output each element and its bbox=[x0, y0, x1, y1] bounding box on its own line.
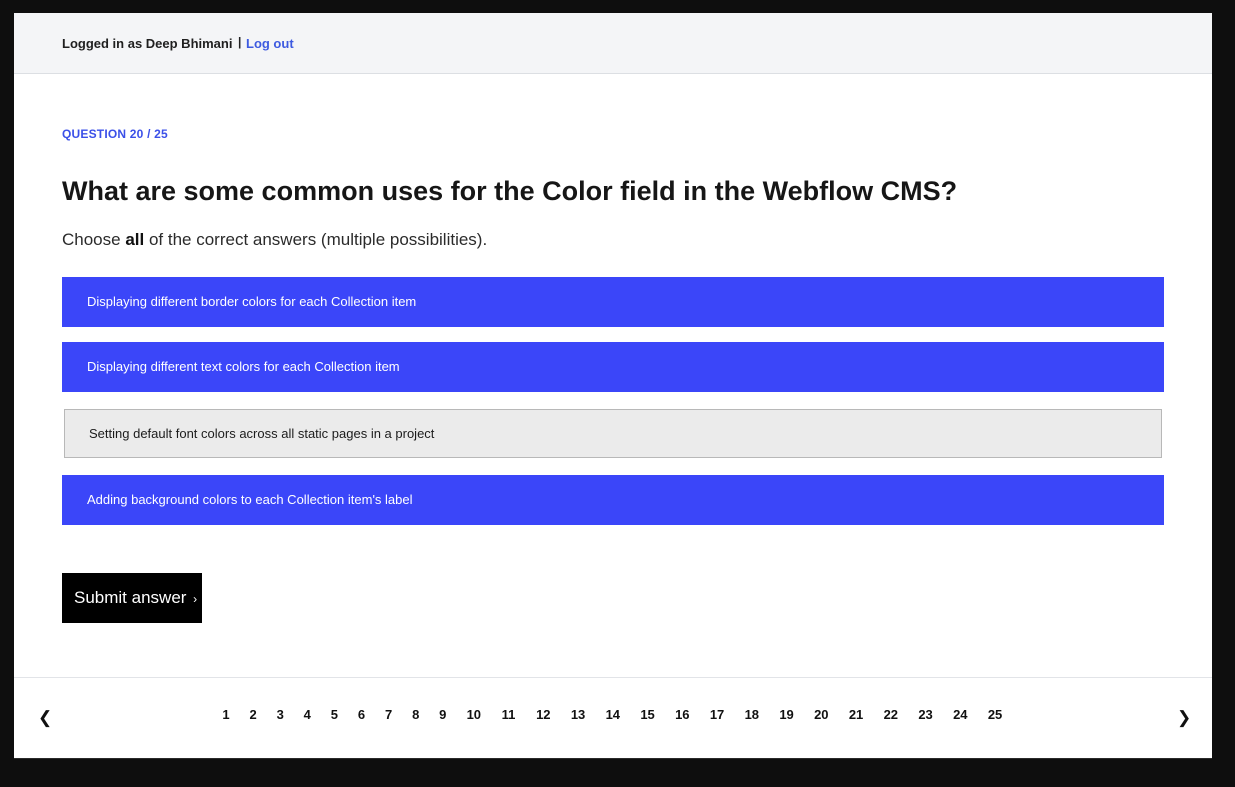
page-link-7[interactable]: 7 bbox=[385, 707, 392, 722]
logged-in-text: Logged in as Deep Bhimani bbox=[62, 36, 233, 51]
page-link-23[interactable]: 23 bbox=[918, 707, 932, 722]
answer-option-text-colors[interactable]: Displaying different text colors for eac… bbox=[62, 342, 1164, 392]
instruction-suffix: of the correct answers (multiple possibi… bbox=[144, 230, 488, 249]
page-link-24[interactable]: 24 bbox=[953, 707, 967, 722]
page-link-4[interactable]: 4 bbox=[304, 707, 311, 722]
header-separator: | bbox=[238, 35, 242, 49]
page-link-6[interactable]: 6 bbox=[358, 707, 365, 722]
page-link-11[interactable]: 11 bbox=[502, 707, 516, 722]
page-link-9[interactable]: 9 bbox=[439, 707, 446, 722]
logout-link[interactable]: Log out bbox=[246, 36, 294, 51]
instruction-prefix: Choose bbox=[62, 230, 126, 249]
page-link-19[interactable]: 19 bbox=[779, 707, 793, 722]
question-title: What are some common uses for the Color … bbox=[62, 176, 958, 206]
chevron-right-icon[interactable]: ❯ bbox=[1177, 708, 1191, 728]
top-bar: Logged in as Deep Bhimani | Log out bbox=[14, 13, 1212, 74]
question-progress: QUESTION 20 / 25 bbox=[62, 127, 168, 141]
page-link-22[interactable]: 22 bbox=[884, 707, 898, 722]
question-instruction: Choose all of the correct answers (multi… bbox=[62, 230, 487, 250]
page-link-16[interactable]: 16 bbox=[675, 707, 689, 722]
page-link-25[interactable]: 25 bbox=[988, 707, 1002, 722]
answer-option-background-colors[interactable]: Adding background colors to each Collect… bbox=[62, 475, 1164, 525]
submit-answer-button[interactable]: Submit answer › bbox=[62, 573, 202, 623]
page-link-3[interactable]: 3 bbox=[277, 707, 284, 722]
page-link-15[interactable]: 15 bbox=[640, 707, 654, 722]
pagination-bar: ❮ 1 2 3 4 5 6 7 8 9 10 11 12 13 14 15 16 17 18 19 20 21 22 23 2… bbox=[14, 677, 1212, 758]
submit-label: Submit answer bbox=[74, 588, 187, 607]
instruction-emphasis: all bbox=[125, 230, 145, 249]
page-numbers: 1 2 3 4 5 6 7 8 9 10 11 12 13 14 15 16 17 18 19 20 21 22 23 24 2… bbox=[14, 707, 1212, 727]
page-link-21[interactable]: 21 bbox=[849, 707, 863, 722]
page-link-2[interactable]: 2 bbox=[249, 707, 256, 722]
page-link-18[interactable]: 18 bbox=[745, 707, 759, 722]
answer-option-default-font-colors[interactable]: Setting default font colors across all s… bbox=[64, 409, 1162, 458]
page-link-8[interactable]: 8 bbox=[412, 707, 419, 722]
chevron-right-icon: › bbox=[193, 592, 198, 606]
quiz-window: Logged in as Deep Bhimani | Log out QUES… bbox=[14, 13, 1212, 759]
page-link-5[interactable]: 5 bbox=[331, 707, 338, 722]
page-link-14[interactable]: 14 bbox=[606, 707, 620, 722]
page-link-20[interactable]: 20 bbox=[814, 707, 828, 722]
page-link-1[interactable]: 1 bbox=[222, 707, 229, 722]
page-link-10[interactable]: 10 bbox=[467, 707, 481, 722]
page-link-12[interactable]: 12 bbox=[536, 707, 550, 722]
page-link-17[interactable]: 17 bbox=[710, 707, 724, 722]
page-link-13[interactable]: 13 bbox=[571, 707, 585, 722]
answer-option-border-colors[interactable]: Displaying different border colors for e… bbox=[62, 277, 1164, 327]
